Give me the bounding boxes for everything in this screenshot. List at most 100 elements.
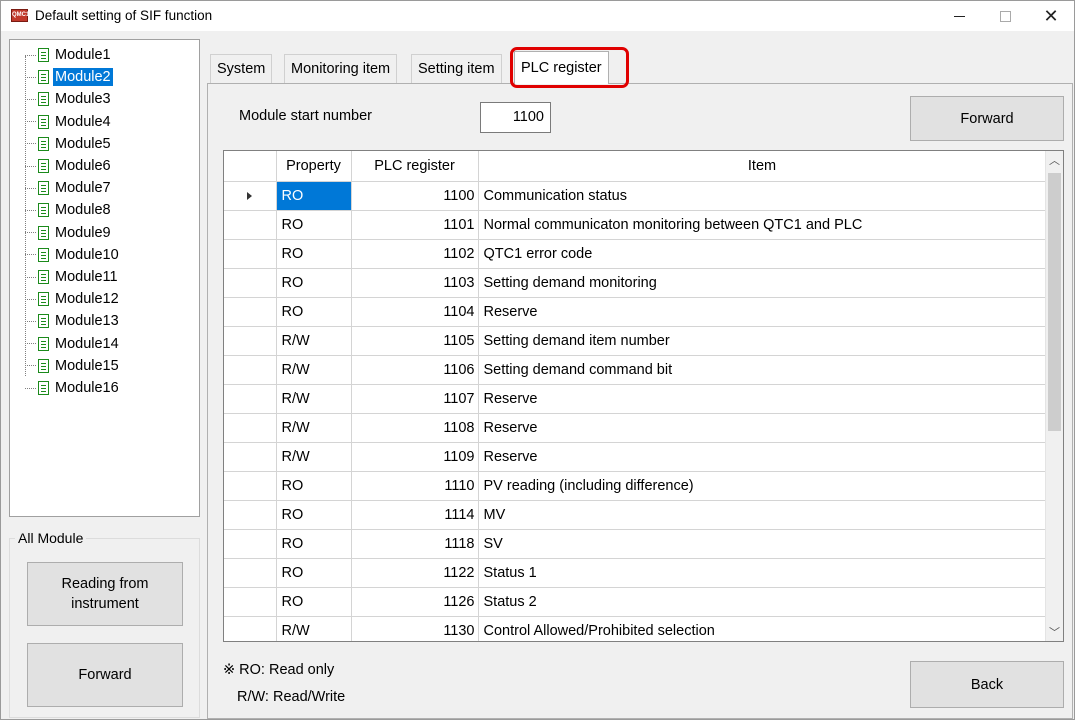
property-cell[interactable]: R/W: [276, 442, 352, 472]
maximize-button[interactable]: [982, 1, 1028, 31]
scroll-up-arrow-icon[interactable]: ︿: [1046, 151, 1063, 169]
row-header[interactable]: [224, 210, 277, 240]
register-cell[interactable]: 1118: [351, 529, 479, 559]
tree-item-module-6[interactable]: Module6: [25, 155, 113, 177]
property-cell[interactable]: RO: [276, 181, 352, 211]
item-cell[interactable]: Normal communicaton monitoring between Q…: [478, 210, 1047, 240]
register-cell[interactable]: 1104: [351, 297, 479, 327]
register-cell[interactable]: 1130: [351, 616, 479, 641]
tree-item-module-11[interactable]: Module11: [25, 266, 120, 288]
tab-setting-item[interactable]: Setting item: [411, 54, 502, 83]
row-header[interactable]: [224, 587, 277, 617]
table-row[interactable]: RO 1122 Status 1: [224, 558, 1047, 588]
row-header[interactable]: [224, 413, 277, 443]
register-cell[interactable]: 1126: [351, 587, 479, 617]
item-cell[interactable]: Setting demand command bit: [478, 355, 1047, 385]
module-start-number-input[interactable]: 1100: [480, 102, 551, 133]
tree-item-module-8[interactable]: Module8: [25, 199, 113, 221]
tree-item-module-5[interactable]: Module5: [25, 133, 113, 155]
table-row[interactable]: R/W 1108 Reserve: [224, 413, 1047, 443]
row-header[interactable]: [224, 268, 277, 298]
register-cell[interactable]: 1102: [351, 239, 479, 269]
table-row[interactable]: R/W 1107 Reserve: [224, 384, 1047, 414]
property-cell[interactable]: RO: [276, 268, 352, 298]
tree-item-module-16[interactable]: Module16: [25, 377, 121, 399]
scroll-down-arrow-icon[interactable]: ﹀: [1046, 623, 1063, 641]
tree-item-module-10[interactable]: Module10: [25, 244, 121, 266]
item-cell[interactable]: Status 1: [478, 558, 1047, 588]
property-cell[interactable]: RO: [276, 529, 352, 559]
tree-item-module-15[interactable]: Module15: [25, 355, 121, 377]
register-cell[interactable]: 1122: [351, 558, 479, 588]
register-cell[interactable]: 1109: [351, 442, 479, 472]
item-cell[interactable]: Setting demand item number: [478, 326, 1047, 356]
vertical-scrollbar[interactable]: ︿ ﹀: [1045, 151, 1063, 641]
register-cell[interactable]: 1114: [351, 500, 479, 530]
table-row[interactable]: RO 1110 PV reading (including difference): [224, 471, 1047, 501]
close-button[interactable]: ✕: [1028, 1, 1074, 31]
item-cell[interactable]: MV: [478, 500, 1047, 530]
register-cell[interactable]: 1108: [351, 413, 479, 443]
back-button[interactable]: Back: [910, 661, 1064, 708]
row-header[interactable]: [224, 239, 277, 269]
register-cell[interactable]: 1101: [351, 210, 479, 240]
row-header[interactable]: [224, 355, 277, 385]
item-cell[interactable]: QTC1 error code: [478, 239, 1047, 269]
table-row[interactable]: RO 1100 Communication status: [224, 181, 1047, 211]
tree-item-module-7[interactable]: Module7: [25, 177, 113, 199]
tab-plc-register[interactable]: PLC register: [514, 51, 609, 84]
minimize-button[interactable]: [936, 1, 982, 31]
property-cell[interactable]: R/W: [276, 355, 352, 385]
property-cell[interactable]: RO: [276, 210, 352, 240]
item-cell[interactable]: Status 2: [478, 587, 1047, 617]
item-cell[interactable]: Reserve: [478, 384, 1047, 414]
property-cell[interactable]: RO: [276, 558, 352, 588]
item-cell[interactable]: Reserve: [478, 442, 1047, 472]
tab-monitoring-item[interactable]: Monitoring item: [284, 54, 398, 83]
property-cell[interactable]: R/W: [276, 326, 352, 356]
table-row[interactable]: R/W 1130 Control Allowed/Prohibited select…: [224, 616, 1047, 641]
item-cell[interactable]: Reserve: [478, 297, 1047, 327]
tree-item-module-13[interactable]: Module13: [25, 310, 121, 332]
table-row[interactable]: RO 1126 Status 2: [224, 587, 1047, 617]
forward-button[interactable]: Forward: [910, 96, 1064, 141]
register-cell[interactable]: 1110: [351, 471, 479, 501]
property-cell[interactable]: RO: [276, 500, 352, 530]
table-row[interactable]: R/W 1109 Reserve: [224, 442, 1047, 472]
register-cell[interactable]: 1107: [351, 384, 479, 414]
table-row[interactable]: RO 1102 QTC1 error code: [224, 239, 1047, 269]
table-row[interactable]: R/W 1105 Setting demand item number: [224, 326, 1047, 356]
row-header[interactable]: [224, 529, 277, 559]
scroll-thumb[interactable]: [1048, 173, 1061, 431]
table-row[interactable]: RO 1101 Normal communicaton monitoring bet…: [224, 210, 1047, 240]
property-cell[interactable]: RO: [276, 587, 352, 617]
all-module-forward-button[interactable]: Forward: [27, 643, 183, 707]
property-cell[interactable]: RO: [276, 239, 352, 269]
row-header[interactable]: [224, 297, 277, 327]
register-cell[interactable]: 1105: [351, 326, 479, 356]
register-grid[interactable]: Property PLC register Item RO 1100 Communi…: [223, 150, 1064, 642]
column-header-property[interactable]: Property: [276, 151, 352, 182]
item-cell[interactable]: Communication status: [478, 181, 1047, 211]
item-cell[interactable]: SV: [478, 529, 1047, 559]
table-row[interactable]: RO 1103 Setting demand monitoring: [224, 268, 1047, 298]
item-cell[interactable]: Setting demand monitoring: [478, 268, 1047, 298]
table-row[interactable]: R/W 1106 Setting demand command bit: [224, 355, 1047, 385]
row-header[interactable]: [224, 181, 277, 211]
module-tree[interactable]: Module1 Module2 Module3 Module4 Module5 Modul…: [9, 39, 200, 517]
property-cell[interactable]: R/W: [276, 413, 352, 443]
tree-item-module-14[interactable]: Module14: [25, 333, 121, 355]
register-cell[interactable]: 1103: [351, 268, 479, 298]
row-header[interactable]: [224, 326, 277, 356]
property-cell[interactable]: R/W: [276, 616, 352, 641]
tree-item-module-4[interactable]: Module4: [25, 111, 113, 133]
register-cell[interactable]: 1106: [351, 355, 479, 385]
tree-item-module-12[interactable]: Module12: [25, 288, 121, 310]
column-header-item[interactable]: Item: [478, 151, 1047, 182]
tree-item-module-3[interactable]: Module3: [25, 88, 113, 110]
tree-item-module-1[interactable]: Module1: [25, 44, 113, 66]
item-cell[interactable]: PV reading (including difference): [478, 471, 1047, 501]
row-header[interactable]: [224, 616, 277, 641]
table-row[interactable]: RO 1104 Reserve: [224, 297, 1047, 327]
item-cell[interactable]: Reserve: [478, 413, 1047, 443]
